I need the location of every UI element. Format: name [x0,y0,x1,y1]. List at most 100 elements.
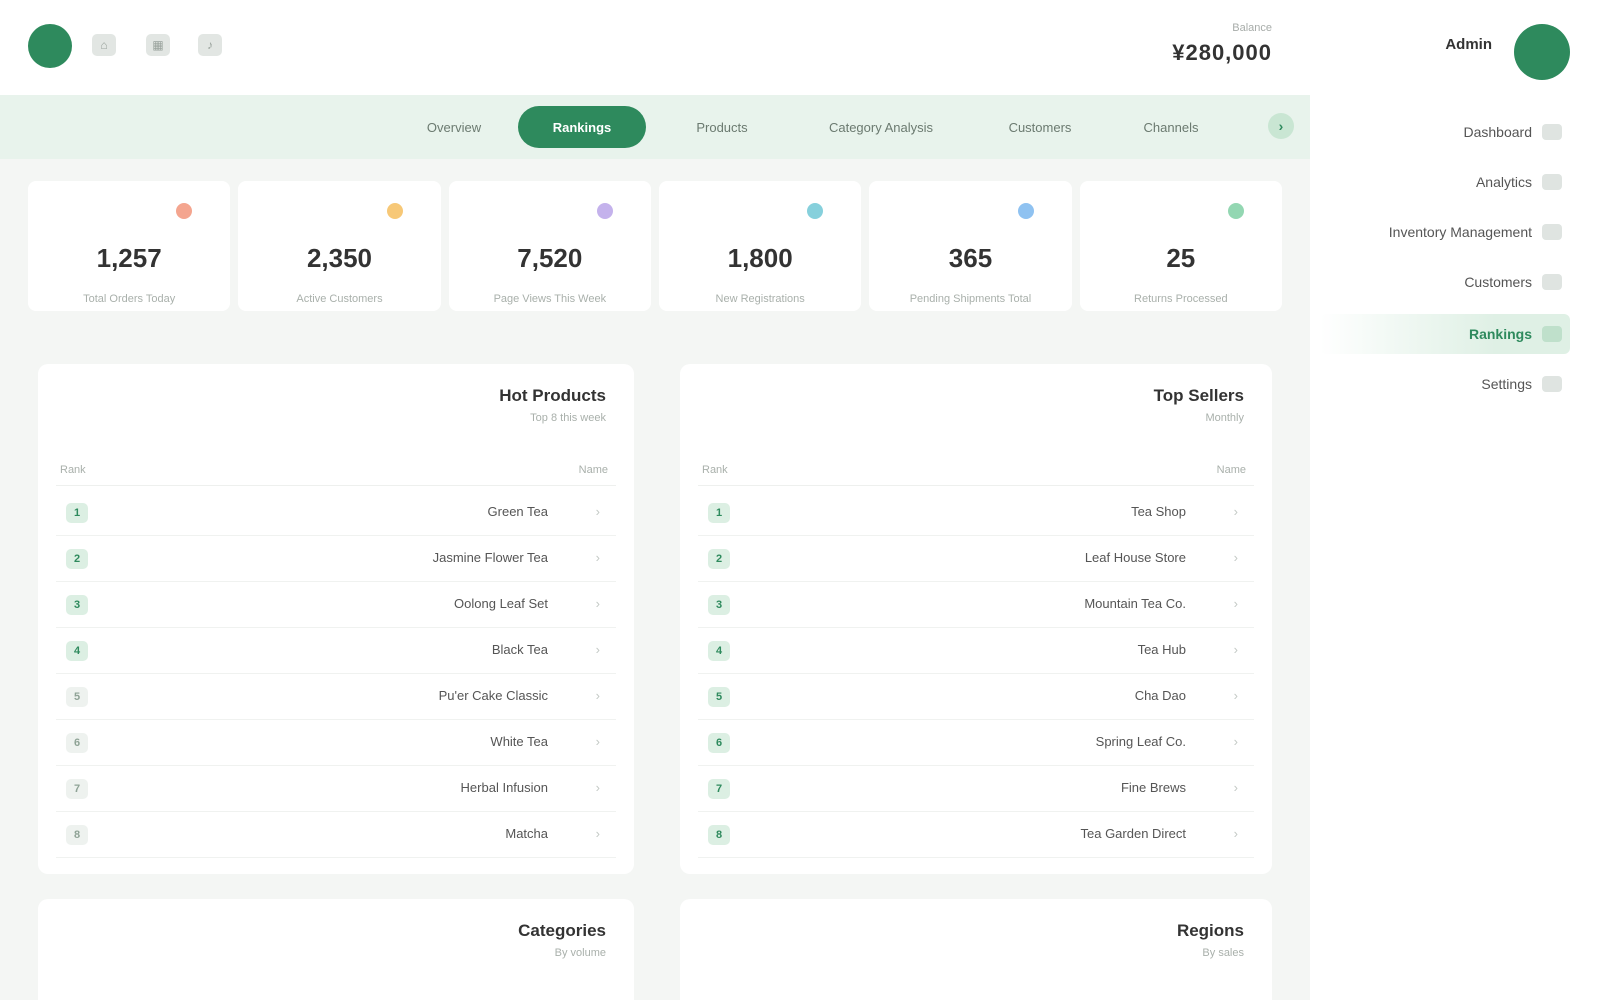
sidebar-item-dashboard[interactable]: Dashboard [1464,112,1571,152]
table-row[interactable]: 8 Matcha › [56,812,616,858]
table-row[interactable]: 6 White Tea › [56,720,616,766]
table-header: Rank Name [56,458,616,486]
panel-subtitle: By sales [1202,947,1244,959]
trophy-icon [1542,326,1562,342]
user-name[interactable]: Admin [1445,36,1492,53]
rank-badge: 6 [66,733,88,753]
more-tabs-icon[interactable]: › [1268,113,1294,139]
balance-label: Balance [1232,22,1272,34]
stat-label: Returns Processed [1134,293,1228,305]
grid-icon[interactable]: ▦ [146,34,170,56]
rank-badge: 2 [708,549,730,569]
column-header-rank: Rank [702,464,728,476]
top-header: ⌂ ▦ ♪ Balance ¥280,000 [0,0,1310,95]
stat-dot-icon [1227,203,1244,219]
tab-category-analysis[interactable]: Category Analysis [796,106,966,148]
stat-value: 7,520 [517,243,583,273]
rank-badge: 8 [66,825,88,845]
row-name: Pu'er Cake Classic [438,688,548,703]
rank-badge: 4 [66,641,88,661]
stat-card: 25 Returns Processed [1079,181,1282,311]
dashboard-icon [1542,124,1562,140]
chevron-right-icon: › [1233,826,1238,841]
ranking-list: 1 Tea Shop › 2 Leaf House Store › 3 Mountain … [698,490,1254,858]
sidebar-item-label: Analytics [1475,174,1532,190]
table-row[interactable]: 2 Jasmine Flower Tea › [56,536,616,582]
stat-dot-icon [807,203,824,219]
bell-icon[interactable]: ♪ [198,34,222,56]
stat-value: 1,257 [96,243,162,273]
stat-value: 1,800 [727,243,793,273]
tab-customers[interactable]: Customers [980,106,1100,148]
table-row[interactable]: 1 Tea Shop › [698,490,1254,536]
row-name: White Tea [490,734,548,749]
avatar[interactable] [1514,24,1570,80]
stat-dot-icon [176,203,193,219]
stat-dot-icon [596,203,613,219]
rank-badge: 7 [708,779,730,799]
table-row[interactable]: 7 Fine Brews › [698,766,1254,812]
regions-panel: Regions By sales [680,899,1272,1000]
rank-badge: 2 [66,549,88,569]
main-content: 1,257 Total Orders Today 2,350 Active Cu… [0,159,1310,1000]
sidebar-item-inventory[interactable]: Inventory Management [1389,212,1570,252]
chevron-right-icon: › [595,550,600,565]
sidebar-item-customers[interactable]: Customers [1464,262,1570,302]
rank-badge: 6 [708,733,730,753]
tab-overview[interactable]: Overview [400,106,508,148]
table-row[interactable]: 5 Pu'er Cake Classic › [56,674,616,720]
column-header-name: Name [1216,464,1246,476]
stat-label: Total Orders Today [83,293,176,305]
gear-icon [1542,376,1562,392]
stat-label: Page Views This Week [493,293,607,305]
stat-value: 365 [948,243,993,273]
row-name: Jasmine Flower Tea [432,550,548,565]
tab-rankings[interactable]: Rankings [518,106,646,148]
table-row[interactable]: 7 Herbal Infusion › [56,766,616,812]
table-row[interactable]: 5 Cha Dao › [698,674,1254,720]
chevron-right-icon: › [1233,642,1238,657]
row-name: Tea Garden Direct [1080,826,1187,841]
stat-value: 2,350 [306,243,373,273]
chevron-right-icon: › [1233,504,1238,519]
panel-title: Hot Products [499,386,606,405]
row-name: Matcha [505,826,548,841]
table-row[interactable]: 3 Mountain Tea Co. › [698,582,1254,628]
table-row[interactable]: 3 Oolong Leaf Set › [56,582,616,628]
panel-title: Top Sellers [1153,386,1244,405]
stat-label: Active Customers [296,293,383,305]
row-name: Fine Brews [1120,780,1186,795]
logo[interactable] [28,24,72,68]
row-name: Tea Hub [1137,642,1186,657]
sidebar-item-analytics[interactable]: Analytics [1476,162,1570,202]
sidebar-item-label: Inventory Management [1388,224,1532,240]
stat-label: Pending Shipments Total [909,293,1032,305]
chevron-right-icon: › [595,504,600,519]
table-row[interactable]: 2 Leaf House Store › [698,536,1254,582]
rank-badge: 5 [708,687,730,707]
home-icon[interactable]: ⌂ [92,34,116,56]
sidebar-item-rankings[interactable]: Rankings [1320,314,1570,354]
top-sellers-panel: Top Sellers Monthly Rank Name 1 Tea Shop ›… [680,364,1272,874]
sidebar-item-settings[interactable]: Settings [1481,364,1570,404]
balance-amount: ¥280,000 [1172,40,1272,65]
sidebar-item-label: Rankings [1468,326,1532,342]
tab-products[interactable]: Products [662,106,782,148]
table-row[interactable]: 6 Spring Leaf Co. › [698,720,1254,766]
table-row[interactable]: 4 Tea Hub › [698,628,1254,674]
rank-badge: 8 [708,825,730,845]
stat-card: 7,520 Page Views This Week [448,181,651,311]
tab-bar: Overview Rankings Products Category Anal… [0,95,1310,159]
stat-card: 2,350 Active Customers [238,181,441,311]
chevron-right-icon: › [595,826,600,841]
row-name: Tea Shop [1131,504,1186,519]
table-row[interactable]: 1 Green Tea › [56,490,616,536]
rank-badge: 1 [66,503,88,523]
chevron-right-icon: › [1233,688,1238,703]
stat-value: 25 [1166,243,1196,273]
table-row[interactable]: 8 Tea Garden Direct › [698,812,1254,858]
rank-badge: 3 [66,595,88,615]
panel-title: Regions [1176,921,1244,940]
tab-channels[interactable]: Channels [1112,106,1230,148]
table-row[interactable]: 4 Black Tea › [56,628,616,674]
